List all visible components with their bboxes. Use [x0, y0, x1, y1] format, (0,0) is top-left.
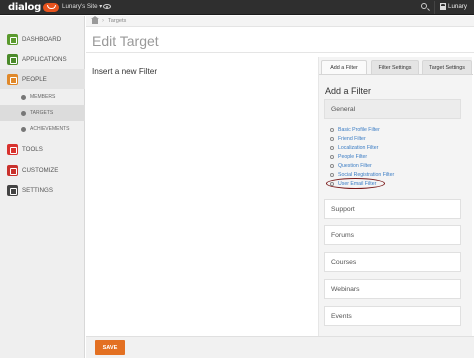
- sidebar-item-dashboard[interactable]: Dashboard: [0, 29, 85, 49]
- sidebar-item-label: Dashboard: [22, 35, 62, 43]
- home-icon[interactable]: [91, 16, 99, 24]
- sidebar-item-applications[interactable]: Applications: [0, 49, 85, 69]
- sidebar-item-label: People: [22, 75, 47, 83]
- customize-icon: [7, 164, 18, 176]
- page-title: Edit Target: [92, 33, 159, 49]
- save-button[interactable]: SAVE: [95, 340, 125, 355]
- filter-friend[interactable]: Friend Filter: [330, 134, 394, 143]
- topbar-divider: [434, 1, 435, 14]
- section-webinars[interactable]: Webinars: [324, 279, 461, 299]
- radio-icon: [330, 145, 334, 150]
- dashboard-icon: [7, 33, 18, 45]
- logo-badge-icon: [43, 3, 59, 12]
- filter-localization[interactable]: Localization Filter: [330, 143, 394, 152]
- breadcrumb-current[interactable]: Targets: [108, 18, 126, 24]
- sidebar-item-label: Tools: [22, 145, 43, 153]
- section-courses[interactable]: Courses: [324, 252, 461, 272]
- targets-icon: [21, 110, 26, 116]
- filter-question[interactable]: Question Filter: [330, 161, 394, 170]
- radio-icon: [330, 127, 334, 132]
- tab-divider: [319, 74, 473, 75]
- radio-icon: [330, 172, 334, 177]
- section-forums[interactable]: Forums: [324, 225, 461, 245]
- tab-target-settings[interactable]: Target Settings: [422, 60, 472, 74]
- top-bar: dialog Lunary's Site ▾ Lunary: [0, 0, 474, 15]
- radio-icon: [330, 154, 334, 159]
- sidebar-item-settings[interactable]: Settings: [0, 180, 85, 200]
- user-menu[interactable]: Lunary: [440, 3, 467, 10]
- sidebar-item-label: Customize: [22, 166, 59, 174]
- sidebar-item-label: Applications: [22, 55, 67, 63]
- tab-filter-settings[interactable]: Filter Settings: [371, 60, 419, 74]
- people-icon: [7, 73, 18, 85]
- section-events[interactable]: Events: [324, 306, 461, 326]
- radio-icon: [330, 136, 334, 141]
- filter-label: People Filter: [338, 153, 368, 160]
- filter-label: Basic Profile Filter: [338, 126, 380, 133]
- sidebar-subitem-label: Achievements: [30, 126, 70, 132]
- sidebar-item-people[interactable]: People: [0, 69, 85, 89]
- sidebar-subitem-achievements[interactable]: Achievements: [0, 121, 85, 137]
- section-general[interactable]: General: [324, 99, 461, 119]
- panel-title: Add a Filter: [325, 86, 372, 96]
- site-selector[interactable]: Lunary's Site ▾: [62, 3, 102, 10]
- filter-people[interactable]: People Filter: [330, 152, 394, 161]
- sidebar-item-tools[interactable]: Tools: [0, 139, 85, 159]
- insert-filter-label: Insert a new Filter: [92, 67, 158, 76]
- filter-label: Localization Filter: [338, 144, 379, 151]
- sidebar: Dashboard Applications People Members Ta…: [0, 16, 85, 358]
- sidebar-subitem-label: Members: [30, 94, 56, 100]
- filter-label: Friend Filter: [338, 135, 366, 142]
- settings-icon: [7, 184, 18, 196]
- breadcrumb: › Targets: [86, 16, 474, 27]
- filter-label: Social Registration Filter: [338, 171, 395, 178]
- highlight-ellipse: [326, 178, 385, 189]
- search-icon[interactable]: [421, 3, 427, 9]
- tab-add-filter[interactable]: Add a Filter: [321, 60, 367, 74]
- tools-icon: [7, 143, 18, 155]
- user-icon: [440, 3, 446, 10]
- footer-bar: [86, 336, 474, 358]
- sidebar-subitem-targets[interactable]: Targets: [0, 105, 85, 121]
- sidebar-subitem-members[interactable]: Members: [0, 89, 85, 105]
- applications-icon: [7, 53, 18, 65]
- sidebar-item-label: Settings: [22, 186, 53, 194]
- app-logo[interactable]: dialog: [8, 2, 59, 13]
- filter-basic-profile[interactable]: Basic Profile Filter: [330, 125, 394, 134]
- sidebar-subitem-label: Targets: [30, 110, 54, 116]
- logo-text: dialog: [8, 2, 41, 13]
- breadcrumb-separator: ›: [102, 18, 104, 24]
- section-support[interactable]: Support: [324, 199, 461, 219]
- members-icon: [21, 94, 26, 100]
- achievements-icon: [21, 126, 26, 132]
- eye-icon[interactable]: [103, 4, 111, 9]
- sidebar-item-customize[interactable]: Customize: [0, 160, 85, 180]
- filter-label: Question Filter: [338, 162, 372, 169]
- user-name: Lunary: [448, 3, 467, 10]
- radio-icon: [330, 163, 334, 168]
